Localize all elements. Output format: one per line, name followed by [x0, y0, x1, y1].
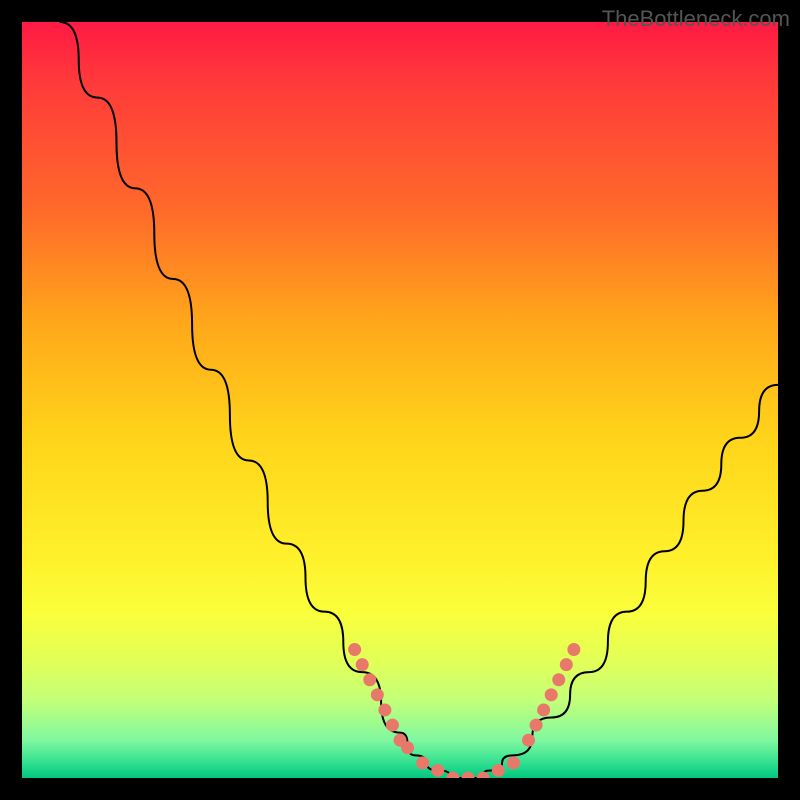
highlight-dot: [567, 643, 580, 656]
highlight-dot: [356, 658, 369, 671]
bottleneck-curve: [60, 22, 778, 778]
chart-plot-area: [22, 22, 778, 778]
watermark-text: TheBottleneck.com: [602, 6, 790, 32]
highlight-dot: [378, 703, 391, 716]
highlight-dot: [537, 703, 550, 716]
highlight-dot: [530, 719, 543, 732]
highlight-dot: [477, 772, 490, 779]
highlight-dot: [560, 658, 573, 671]
highlight-dot: [371, 688, 384, 701]
highlight-dot: [363, 673, 376, 686]
highlight-dot: [348, 643, 361, 656]
highlight-dots: [348, 643, 580, 778]
highlight-dot: [462, 772, 475, 779]
highlight-dot: [416, 756, 429, 769]
highlight-dot: [446, 772, 459, 779]
highlight-dot: [492, 764, 505, 777]
highlight-dot: [522, 734, 535, 747]
highlight-dot: [431, 764, 444, 777]
highlight-dot: [394, 734, 407, 747]
highlight-dot: [545, 688, 558, 701]
highlight-dot: [386, 719, 399, 732]
highlight-dot: [401, 741, 414, 754]
highlight-dot: [507, 756, 520, 769]
chart-svg: [22, 22, 778, 778]
highlight-dot: [552, 673, 565, 686]
